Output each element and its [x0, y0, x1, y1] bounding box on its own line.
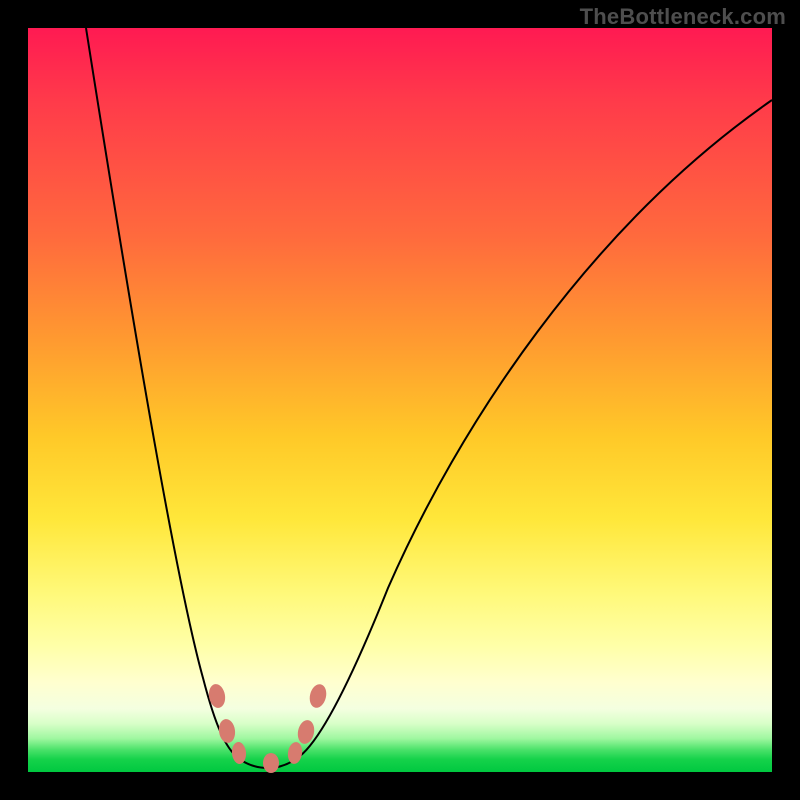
plot-area: [28, 28, 772, 772]
outer-frame: TheBottleneck.com: [0, 0, 800, 800]
curve-marker: [307, 682, 328, 709]
marker-group: [207, 682, 329, 773]
curve-marker: [217, 718, 236, 744]
watermark-text: TheBottleneck.com: [580, 4, 786, 30]
curve-marker: [263, 753, 279, 773]
bottleneck-curve: [86, 28, 772, 768]
curve-marker: [287, 741, 304, 765]
curve-svg: [28, 28, 772, 772]
